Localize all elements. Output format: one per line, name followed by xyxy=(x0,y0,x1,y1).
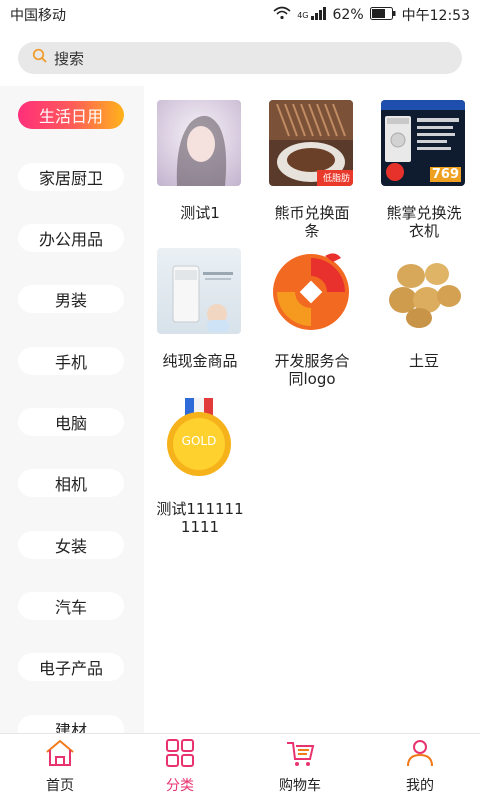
user-icon xyxy=(405,739,435,771)
product-price-tag: 769 xyxy=(429,167,461,182)
product-card[interactable]: 纯现金商品 xyxy=(144,234,256,384)
tab-category-label: 分类 xyxy=(166,778,194,794)
product-card[interactable]: 开发服务合同logo xyxy=(256,234,368,388)
product-card[interactable]: 低脂肪 熊币兑换面条 xyxy=(256,86,368,240)
sidebar-item-daily-life[interactable]: 生活日用 xyxy=(18,101,124,129)
sidebar-item-womenswear[interactable]: 女装 xyxy=(18,531,124,559)
sidebar-item-office[interactable]: 办公用品 xyxy=(18,224,124,252)
status-right: 4G 62% 中午12:53 xyxy=(273,5,470,25)
product-image-medal: GOLD xyxy=(157,396,241,482)
sidebar-item-phones[interactable]: 手机 xyxy=(18,347,124,375)
tab-category[interactable]: 分类 xyxy=(120,734,240,800)
time-text: 中午12:53 xyxy=(401,8,470,24)
search-bar-container: 搜索 xyxy=(0,30,480,86)
tab-profile-label: 我的 xyxy=(406,778,434,794)
product-image-air-purifier xyxy=(157,248,241,334)
sidebar-item-cameras[interactable]: 相机 xyxy=(18,469,124,497)
tab-profile[interactable]: 我的 xyxy=(360,734,480,800)
network-type-text: 4G xyxy=(297,10,309,20)
product-card[interactable]: 测试1 xyxy=(144,86,256,236)
sidebar-item-cars[interactable]: 汽车 xyxy=(18,592,124,620)
tab-home-label: 首页 xyxy=(46,778,74,794)
product-image-portrait xyxy=(157,100,241,186)
search-placeholder: 搜索 xyxy=(54,49,85,68)
carrier-text: 中国移动 xyxy=(10,8,66,24)
status-bar: 中国移动 4G 62% 中午12:53 xyxy=(0,0,480,30)
battery-icon xyxy=(369,6,396,24)
battery-percent: 62% xyxy=(332,7,364,23)
product-image-washer: 769 xyxy=(381,100,465,186)
bottom-tab-bar: 首页 分类 购物车 我的 xyxy=(0,733,480,800)
product-image-potato xyxy=(381,248,465,334)
product-name: 开发服务合同logo xyxy=(274,352,350,388)
medal-text: GOLD xyxy=(181,434,217,448)
wifi-icon xyxy=(273,6,291,24)
product-card[interactable]: 土豆 xyxy=(368,234,480,384)
category-icon xyxy=(165,739,195,771)
sidebar-item-building-materials[interactable]: 建材 xyxy=(18,715,124,734)
sidebar-item-home-kitchen[interactable]: 家居厨卫 xyxy=(18,163,124,191)
sidebar-item-electronics[interactable]: 电子产品 xyxy=(18,653,124,681)
product-card[interactable]: GOLD 测试1111111111 xyxy=(144,382,256,536)
sidebar-item-menswear[interactable]: 男装 xyxy=(18,285,124,313)
product-name: 测试1 xyxy=(180,204,220,222)
search-icon xyxy=(32,48,48,68)
search-input[interactable]: 搜索 xyxy=(18,42,462,74)
tab-cart[interactable]: 购物车 xyxy=(240,734,360,800)
tab-cart-label: 购物车 xyxy=(279,778,321,794)
category-sidebar[interactable]: 生活日用 家居厨卫 办公用品 男装 手机 电脑 相机 女装 汽车 电子产品 建材 xyxy=(0,86,144,734)
cart-icon xyxy=(285,739,315,771)
product-image-logo xyxy=(269,248,353,334)
home-icon xyxy=(45,739,75,771)
product-card[interactable]: 769 熊掌兑换洗衣机 xyxy=(368,86,480,240)
product-grid: 测试1 低脂肪 熊币兑换面条 769 熊掌兑换洗衣机 纯现金商品 开发服务合同l… xyxy=(144,86,480,734)
product-name: 土豆 xyxy=(408,352,439,370)
product-badge: 低脂肪 xyxy=(322,174,350,184)
tab-home[interactable]: 首页 xyxy=(0,734,120,800)
sidebar-item-computers[interactable]: 电脑 xyxy=(18,408,124,436)
signal-icon xyxy=(310,6,327,24)
product-image-noodles: 低脂肪 xyxy=(269,100,353,186)
product-name: 纯现金商品 xyxy=(162,352,238,370)
product-name: 测试1111111111 xyxy=(156,500,244,536)
